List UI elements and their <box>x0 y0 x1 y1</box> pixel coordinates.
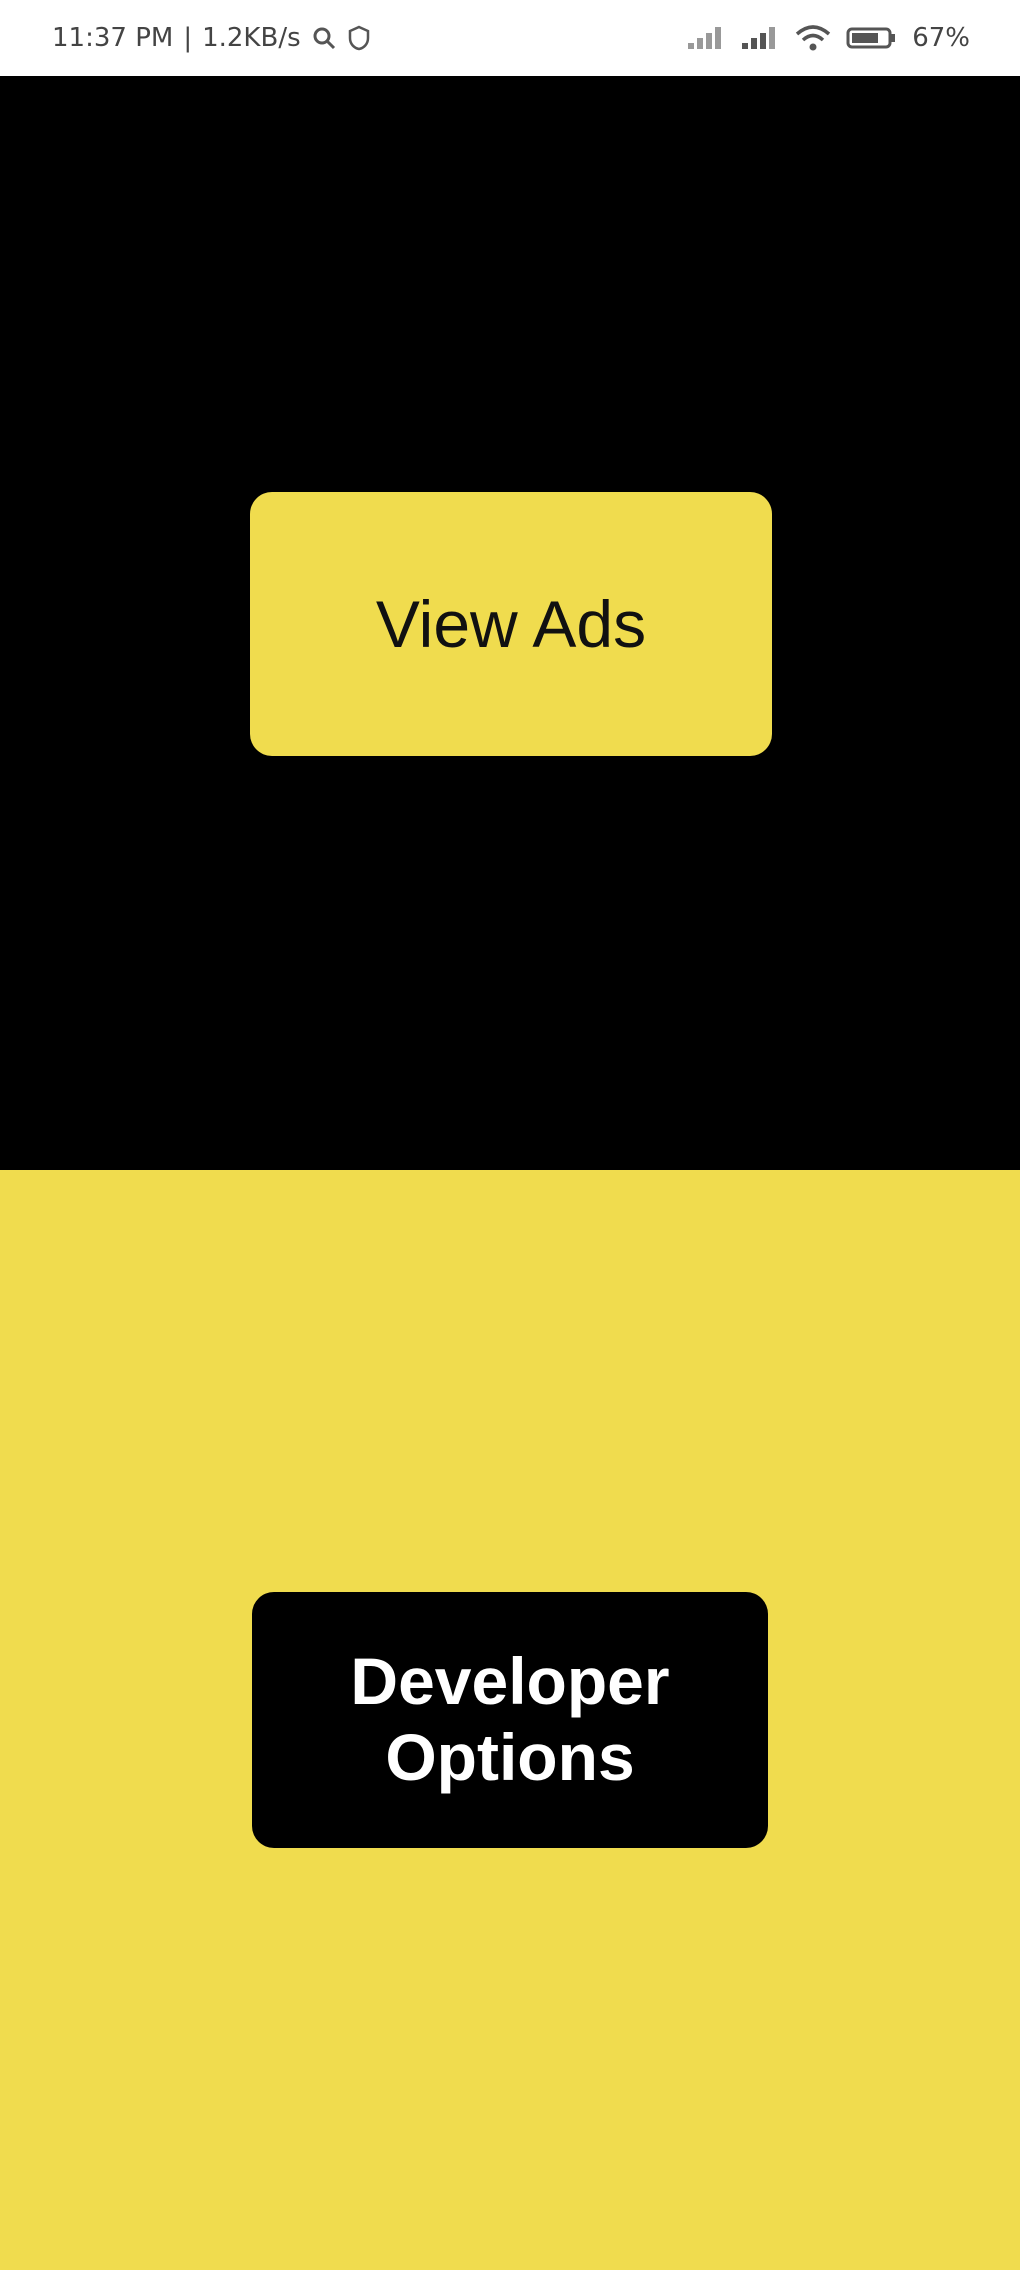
wifi-icon <box>794 24 832 52</box>
status-time: 11:37 PM <box>52 23 174 53</box>
status-battery-percent: 67% <box>912 23 970 53</box>
top-panel: View Ads <box>0 76 1020 1170</box>
battery-icon <box>846 25 898 51</box>
status-bar: 11:37 PM | 1.2KB/s 67% <box>0 0 1020 76</box>
notification-icon <box>311 25 337 51</box>
status-left: 11:37 PM | 1.2KB/s <box>52 23 371 53</box>
bottom-panel: Developer Options <box>0 1170 1020 2270</box>
status-separator: | <box>183 23 193 53</box>
view-ads-button[interactable]: View Ads <box>250 492 772 756</box>
signal-icon <box>740 25 780 51</box>
status-network-speed: 1.2KB/s <box>202 23 301 53</box>
status-right: 67% <box>686 23 970 53</box>
signal-icon <box>686 25 726 51</box>
developer-options-button[interactable]: Developer Options <box>252 1592 768 1848</box>
shield-icon <box>347 25 371 51</box>
